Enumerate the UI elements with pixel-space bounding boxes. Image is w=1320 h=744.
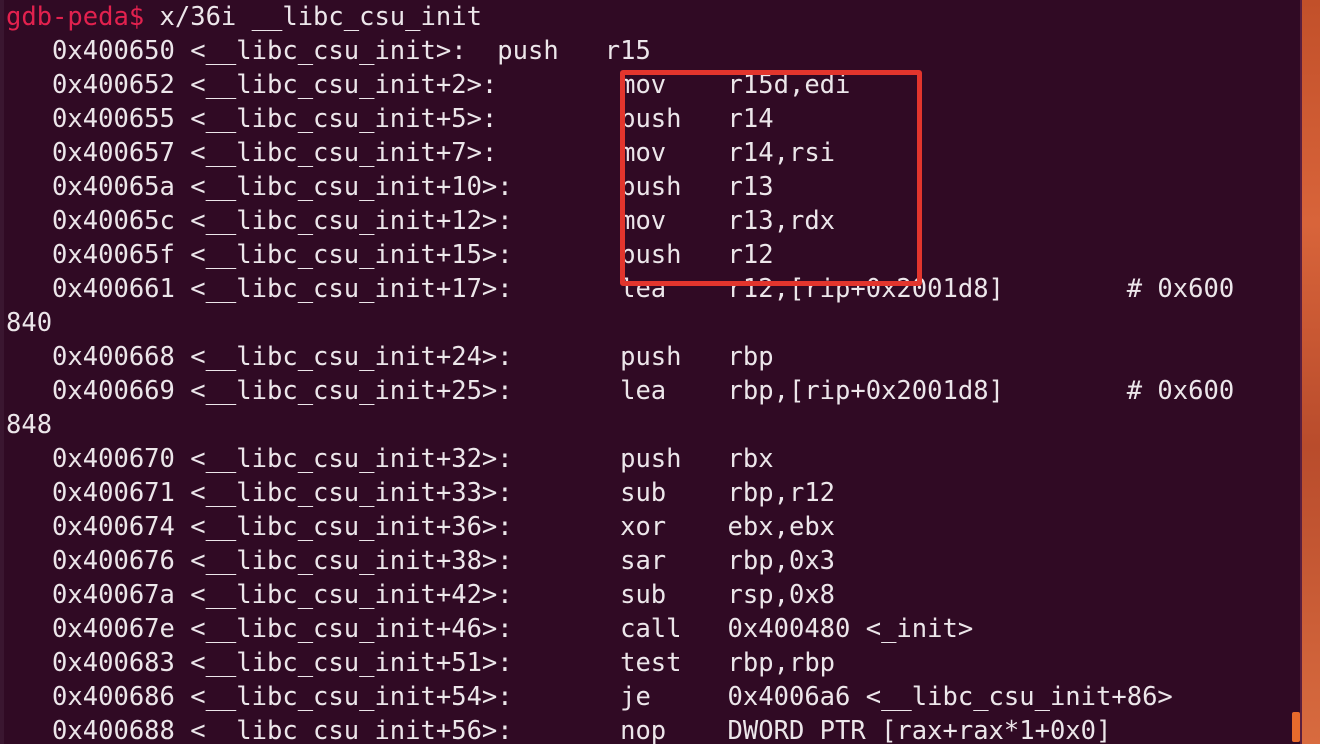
disasm-line: 0x40065c <__libc_csu_init+12>: mov r13,r… [6, 206, 836, 236]
disasm-line: 0x40065a <__libc_csu_init+10>: push r13 [6, 172, 774, 202]
disasm-line: 0x400670 <__libc_csu_init+32>: push rbx [6, 444, 774, 474]
disasm-wrap-line: 840 [6, 308, 53, 338]
gdb-prompt: gdb-peda$ [6, 2, 145, 32]
prompt-line: gdb-peda$ x/36i __libc_csu_init [6, 0, 482, 34]
disasm-line: 0x40065f <__libc_csu_init+15>: push r12 [6, 240, 774, 270]
disasm-line: 0x40067e <__libc_csu_init+46>: call 0x40… [6, 614, 974, 644]
disasm-line: 0x400671 <__libc_csu_init+33>: sub rbp,r… [6, 478, 836, 508]
scrollbar-thumb[interactable] [1292, 712, 1300, 742]
window-left-edge [0, 0, 4, 744]
disasm-line: 0x400688 <__libc_csu_init+56>: nop DWORD… [6, 716, 1112, 744]
disasm-line: 0x400669 <__libc_csu_init+25>: lea rbp,[… [6, 376, 1235, 406]
disasm-line: 0x400650 <__libc_csu_init>: push r15 [6, 36, 651, 66]
disasm-line: 0x400683 <__libc_csu_init+51>: test rbp,… [6, 648, 836, 678]
disasm-line: 0x40067a <__libc_csu_init+42>: sub rsp,0… [6, 580, 836, 610]
disasm-line: 0x400657 <__libc_csu_init+7>: mov r14,rs… [6, 138, 836, 168]
disasm-line: 0x400674 <__libc_csu_init+36>: xor ebx,e… [6, 512, 836, 542]
disasm-line: 0x400652 <__libc_csu_init+2>: mov r15d,e… [6, 70, 851, 100]
disasm-line: 0x400668 <__libc_csu_init+24>: push rbp [6, 342, 774, 372]
gdb-command: x/36i __libc_csu_init [144, 2, 482, 32]
terminal-window[interactable]: gdb-peda$ x/36i __libc_csu_init 0x400650… [0, 0, 1320, 744]
disasm-line: 0x400686 <__libc_csu_init+54>: je 0x4006… [6, 682, 1173, 712]
disasm-line: 0x400661 <__libc_csu_init+17>: lea r12,[… [6, 274, 1235, 304]
disasm-wrap-line: 848 [6, 410, 53, 440]
desktop-side-panel [1302, 0, 1320, 744]
disasm-line: 0x400676 <__libc_csu_init+38>: sar rbp,0… [6, 546, 836, 576]
disasm-line: 0x400655 <__libc_csu_init+5>: push r14 [6, 104, 774, 134]
